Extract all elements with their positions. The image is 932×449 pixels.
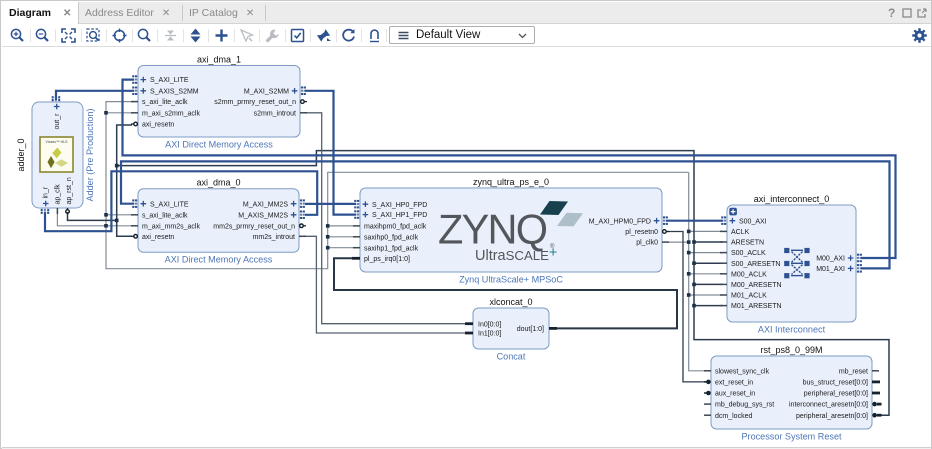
- svg-text:xlconcat_0: xlconcat_0: [489, 297, 532, 307]
- svg-text:S_AXI_HP1_FPD: S_AXI_HP1_FPD: [372, 212, 427, 219]
- svg-text:S_AXI_HP0_FPD: S_AXI_HP0_FPD: [372, 202, 427, 209]
- svg-text:mm2s_prmry_reset_out_n: mm2s_prmry_reset_out_n: [213, 223, 295, 230]
- svg-text:ap_clk: ap_clk: [55, 184, 62, 205]
- svg-text:ap_rst_n: ap_rst_n: [66, 177, 73, 204]
- svg-text:axi_dma_1: axi_dma_1: [197, 54, 241, 64]
- svg-text:peripheral_reset[0:0]: peripheral_reset[0:0]: [804, 391, 868, 398]
- svg-text:m_axi_mm2s_aclk: m_axi_mm2s_aclk: [142, 223, 200, 230]
- svg-text:Vivado™ HLS: Vivado™ HLS: [46, 140, 69, 144]
- svg-text:peripheral_aresetn[0:0]: peripheral_aresetn[0:0]: [796, 413, 868, 420]
- svg-text:axi_interconnect_0: axi_interconnect_0: [754, 194, 830, 204]
- svg-text:saxihp1_fpd_aclk: saxihp1_fpd_aclk: [364, 245, 419, 252]
- svg-text:adder_0: adder_0: [16, 138, 26, 171]
- svg-text:M01_ACLK: M01_ACLK: [731, 293, 767, 300]
- svg-text:S00_ARESETN: S00_ARESETN: [731, 261, 780, 268]
- svg-text:ACLK: ACLK: [731, 229, 750, 236]
- svg-text:S_AXI_LITE: S_AXI_LITE: [150, 77, 189, 84]
- svg-text:interconnect_aresetn[0:0]: interconnect_aresetn[0:0]: [789, 402, 868, 409]
- svg-text:M_AXI_MM2S: M_AXI_MM2S: [243, 201, 288, 208]
- svg-text:Concat: Concat: [497, 352, 526, 362]
- svg-text:pl_ps_irq0[1:0]: pl_ps_irq0[1:0]: [364, 256, 410, 263]
- svg-text:S00_AXI: S00_AXI: [739, 218, 767, 225]
- svg-text:Adder (Pre Production): Adder (Pre Production): [85, 108, 95, 201]
- svg-text:M01_AXI: M01_AXI: [816, 266, 845, 273]
- svg-text:bus_struct_reset[0:0]: bus_struct_reset[0:0]: [803, 380, 868, 387]
- svg-text:ext_reset_in: ext_reset_in: [715, 380, 753, 387]
- svg-text:S_AXI_LITE: S_AXI_LITE: [150, 201, 189, 208]
- svg-text:in_r: in_r: [42, 186, 49, 198]
- svg-text:AXI Direct Memory Access: AXI Direct Memory Access: [165, 255, 273, 265]
- svg-text:rst_ps8_0_99M: rst_ps8_0_99M: [760, 345, 822, 355]
- svg-text:ZYNQ: ZYNQ: [438, 206, 548, 253]
- svg-text:s2mm_introut: s2mm_introut: [254, 110, 296, 117]
- svg-text:M00_AXI: M00_AXI: [816, 256, 845, 263]
- svg-text:axi_resetn: axi_resetn: [142, 122, 174, 129]
- svg-text:s_axi_lite_aclk: s_axi_lite_aclk: [142, 99, 188, 106]
- svg-text:M00_ARESETN: M00_ARESETN: [731, 282, 782, 289]
- svg-text:out_r: out_r: [54, 113, 61, 130]
- svg-text:maxihpm0_fpd_aclk: maxihpm0_fpd_aclk: [364, 224, 427, 231]
- svg-text:mb_reset: mb_reset: [839, 368, 868, 375]
- svg-text:s2mm_prmry_reset_out_n: s2mm_prmry_reset_out_n: [214, 99, 296, 106]
- svg-text:M01_ARESETN: M01_ARESETN: [731, 303, 782, 310]
- svg-text:axi_resetn: axi_resetn: [142, 234, 174, 241]
- svg-text:UltraSCALE+: UltraSCALE+: [475, 245, 557, 264]
- svg-text:zynq_ultra_ps_e_0: zynq_ultra_ps_e_0: [473, 177, 549, 187]
- svg-text:S_AXIS_S2MM: S_AXIS_S2MM: [150, 88, 199, 95]
- svg-text:dout[1:0]: dout[1:0]: [517, 326, 544, 333]
- svg-text:pl_resetn0: pl_resetn0: [625, 229, 658, 236]
- svg-text:M00_ACLK: M00_ACLK: [731, 271, 767, 278]
- svg-text:AXI Interconnect: AXI Interconnect: [758, 325, 826, 335]
- svg-text:M_AXI_S2MM: M_AXI_S2MM: [244, 88, 289, 95]
- svg-text:pl_clk0: pl_clk0: [636, 240, 658, 247]
- svg-text:S00_ACLK: S00_ACLK: [731, 250, 766, 257]
- svg-text:M_AXIS_MM2S: M_AXIS_MM2S: [238, 212, 288, 219]
- svg-text:saxihp0_fpd_aclk: saxihp0_fpd_aclk: [364, 234, 419, 241]
- svg-text:m_axi_s2mm_aclk: m_axi_s2mm_aclk: [142, 110, 200, 117]
- svg-text:slowest_sync_clk: slowest_sync_clk: [715, 368, 770, 375]
- svg-text:In0[0:0]: In0[0:0]: [478, 321, 501, 328]
- svg-text:s_axi_lite_aclk: s_axi_lite_aclk: [142, 212, 188, 219]
- svg-text:mb_debug_sys_rst: mb_debug_sys_rst: [715, 402, 774, 409]
- svg-text:mm2s_introut: mm2s_introut: [253, 234, 295, 241]
- svg-text:Processor System Reset: Processor System Reset: [741, 432, 842, 442]
- svg-text:M_AXI_HPM0_FPD: M_AXI_HPM0_FPD: [589, 218, 651, 225]
- svg-text:dcm_locked: dcm_locked: [715, 413, 752, 420]
- svg-text:AXI Direct Memory Access: AXI Direct Memory Access: [165, 140, 273, 150]
- svg-text:axi_dma_0: axi_dma_0: [196, 178, 240, 188]
- svg-text:aux_reset_in: aux_reset_in: [715, 391, 755, 398]
- svg-text:Zynq UltraScale+ MPSoC: Zynq UltraScale+ MPSoC: [459, 275, 563, 285]
- svg-text:ARESETN: ARESETN: [731, 240, 764, 247]
- svg-text:In1[0:0]: In1[0:0]: [478, 331, 501, 338]
